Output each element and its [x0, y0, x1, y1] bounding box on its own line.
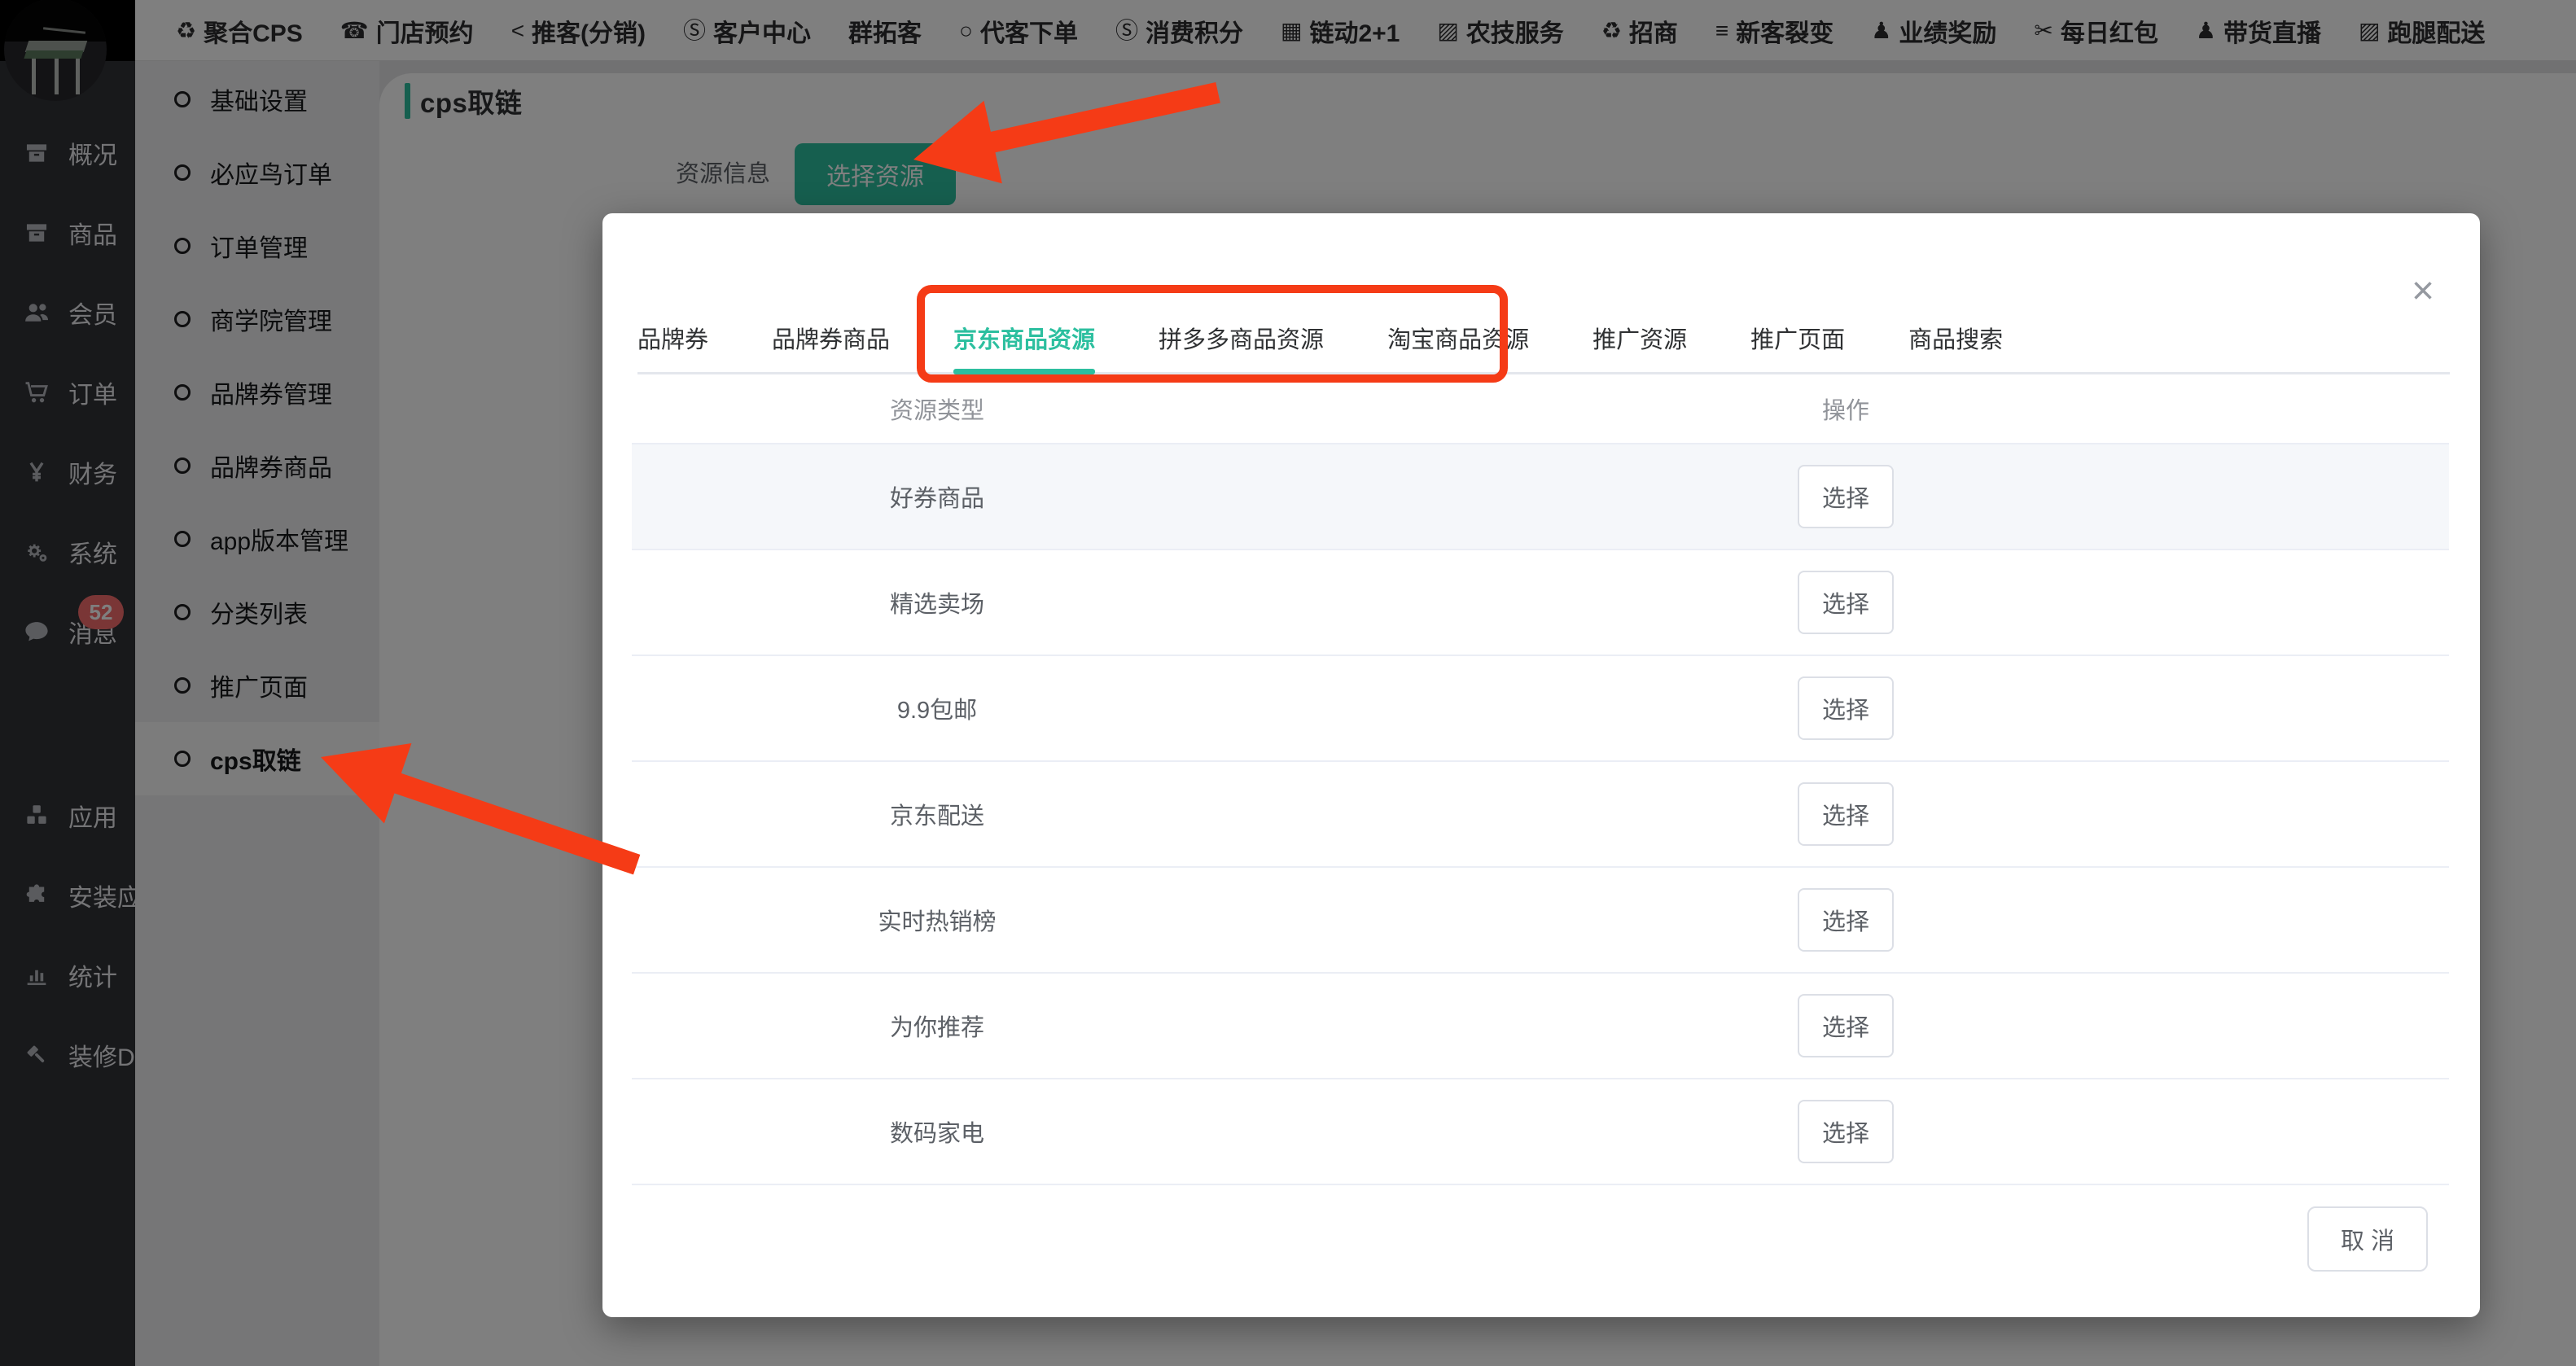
select-button[interactable]: 选择 — [1798, 465, 1894, 528]
resource-tab[interactable]: 品牌券商品 — [772, 311, 890, 374]
resource-tab[interactable]: 品牌券 — [637, 311, 708, 374]
table-row: 为你推荐 选择 — [632, 974, 2449, 1079]
table-row: 9.9包邮 选择 — [632, 656, 2449, 762]
close-icon[interactable]: × — [2412, 272, 2434, 311]
table-row: 好券商品 选择 — [632, 444, 2449, 550]
table-header-row: 资源类型 操作 — [632, 374, 2449, 444]
resource-type-cell: 数码家电 — [889, 1121, 984, 1147]
action-cell: 选择 — [1242, 974, 2449, 1078]
resource-type-cell: 京东配送 — [889, 803, 984, 830]
table-row: 数码家电 选择 — [632, 1079, 2449, 1185]
resource-type-cell: 9.9包邮 — [896, 698, 978, 724]
column-header-resource-type: 资源类型 — [889, 398, 984, 424]
table-row: 京东配送 选择 — [632, 762, 2449, 868]
select-button[interactable]: 选择 — [1798, 1100, 1894, 1163]
action-cell: 选择 — [1242, 762, 2449, 866]
action-cell: 选择 — [1242, 656, 2449, 760]
resource-type-cell: 为你推荐 — [889, 1015, 984, 1041]
resource-type-cell: 好券商品 — [889, 486, 984, 512]
select-button[interactable]: 选择 — [1798, 782, 1894, 846]
column-header-action: 操作 — [1821, 398, 1869, 424]
action-cell: 选择 — [1242, 1079, 2449, 1184]
table-body: 好券商品 选择 精选卖场 选择 9.9包邮 选择 京东配送 选择 实时热销榜 选… — [632, 444, 2449, 1185]
select-button[interactable]: 选择 — [1798, 888, 1894, 952]
resource-table: 资源类型 操作 好券商品 选择 精选卖场 选择 9.9包邮 选择 京东配送 选择… — [632, 374, 2449, 1185]
select-button[interactable]: 选择 — [1798, 571, 1894, 634]
resource-tabs: 品牌券 品牌券商品 京东商品资源 拼多多商品资源 淘宝商品资源 推广资源 推广页… — [637, 311, 2450, 374]
select-button[interactable]: 选择 — [1798, 994, 1894, 1057]
cancel-button[interactable]: 取 消 — [2307, 1206, 2428, 1272]
action-cell: 选择 — [1242, 444, 2449, 549]
resource-tab[interactable]: 推广页面 — [1750, 311, 1845, 374]
action-cell: 选择 — [1242, 868, 2449, 972]
select-button[interactable]: 选择 — [1798, 676, 1894, 740]
resource-picker-modal: × 品牌券 品牌券商品 京东商品资源 拼多多商品资源 淘宝商品资源 推广资源 推… — [602, 213, 2480, 1317]
resource-type-cell: 实时热销榜 — [878, 909, 997, 935]
annotation-highlight-box — [917, 285, 1508, 383]
app-root: ♻ 聚合CPS ☎ 门店预约 < 推客(分销) Ⓢ 客户中心 — [0, 0, 2576, 1366]
table-row: 精选卖场 选择 — [632, 550, 2449, 656]
resource-type-cell: 精选卖场 — [889, 592, 984, 618]
resource-tab[interactable]: 商品搜索 — [1908, 311, 2003, 374]
resource-tab[interactable]: 推广资源 — [1592, 311, 1687, 374]
action-cell: 选择 — [1242, 550, 2449, 655]
table-row: 实时热销榜 选择 — [632, 868, 2449, 974]
